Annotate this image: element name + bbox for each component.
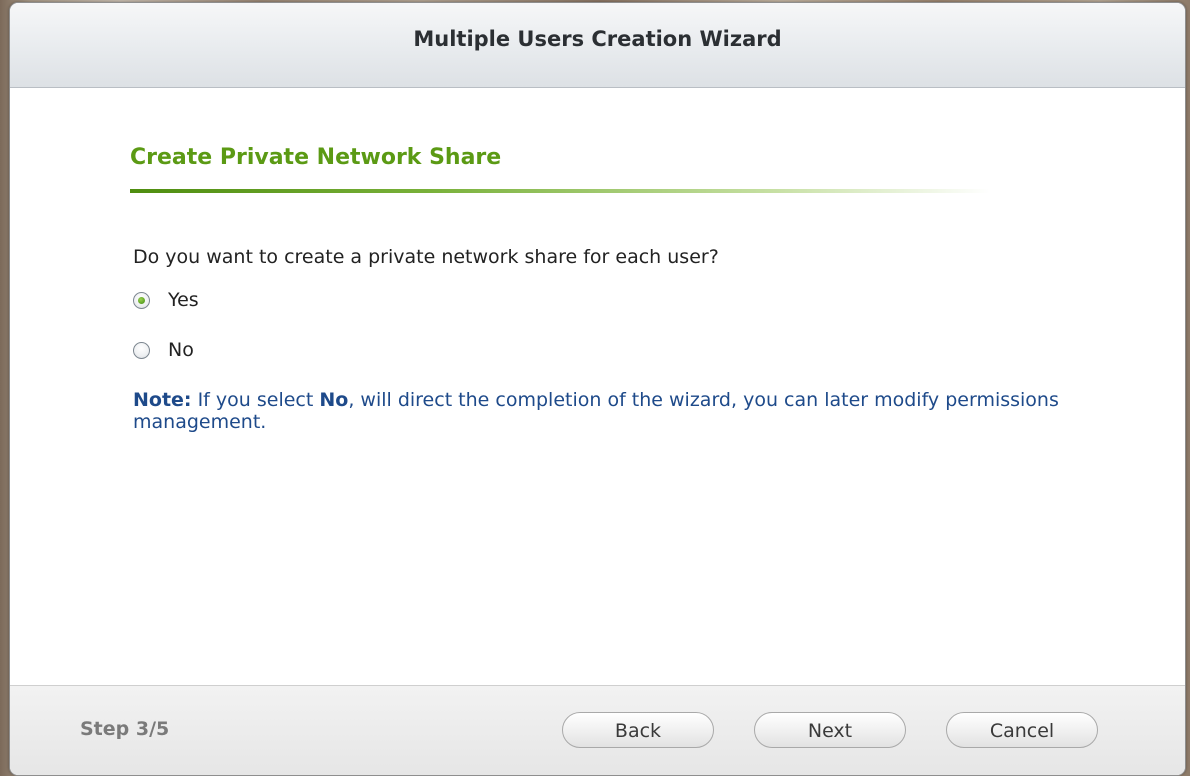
note-text: Note: If you select No, will direct the …	[133, 389, 1093, 433]
wizard-footer: Step 3/5 Back Next Cancel	[10, 685, 1185, 775]
option-no-label[interactable]: No	[168, 339, 194, 361]
title-bar: Multiple Users Creation Wizard	[10, 3, 1185, 88]
next-button[interactable]: Next	[754, 712, 906, 748]
option-yes[interactable]: Yes	[133, 289, 199, 311]
step-indicator: Step 3/5	[80, 718, 170, 740]
radio-yes[interactable]	[133, 291, 150, 309]
radio-no[interactable]	[133, 341, 150, 359]
question-text: Do you want to create a private network …	[133, 246, 719, 268]
option-yes-label[interactable]: Yes	[168, 289, 199, 311]
wizard-window: Multiple Users Creation Wizard Create Pr…	[9, 2, 1186, 776]
note-emphasis: No	[319, 389, 349, 411]
back-button[interactable]: Back	[562, 712, 714, 748]
radio-selected-dot	[138, 296, 145, 304]
note-prefix: Note:	[133, 389, 192, 411]
option-no[interactable]: No	[133, 339, 194, 361]
section-title: Create Private Network Share	[130, 145, 502, 170]
note-text-before: If you select	[191, 389, 320, 411]
section-divider	[130, 189, 990, 193]
window-title: Multiple Users Creation Wizard	[413, 27, 782, 51]
cancel-button[interactable]: Cancel	[946, 712, 1098, 748]
